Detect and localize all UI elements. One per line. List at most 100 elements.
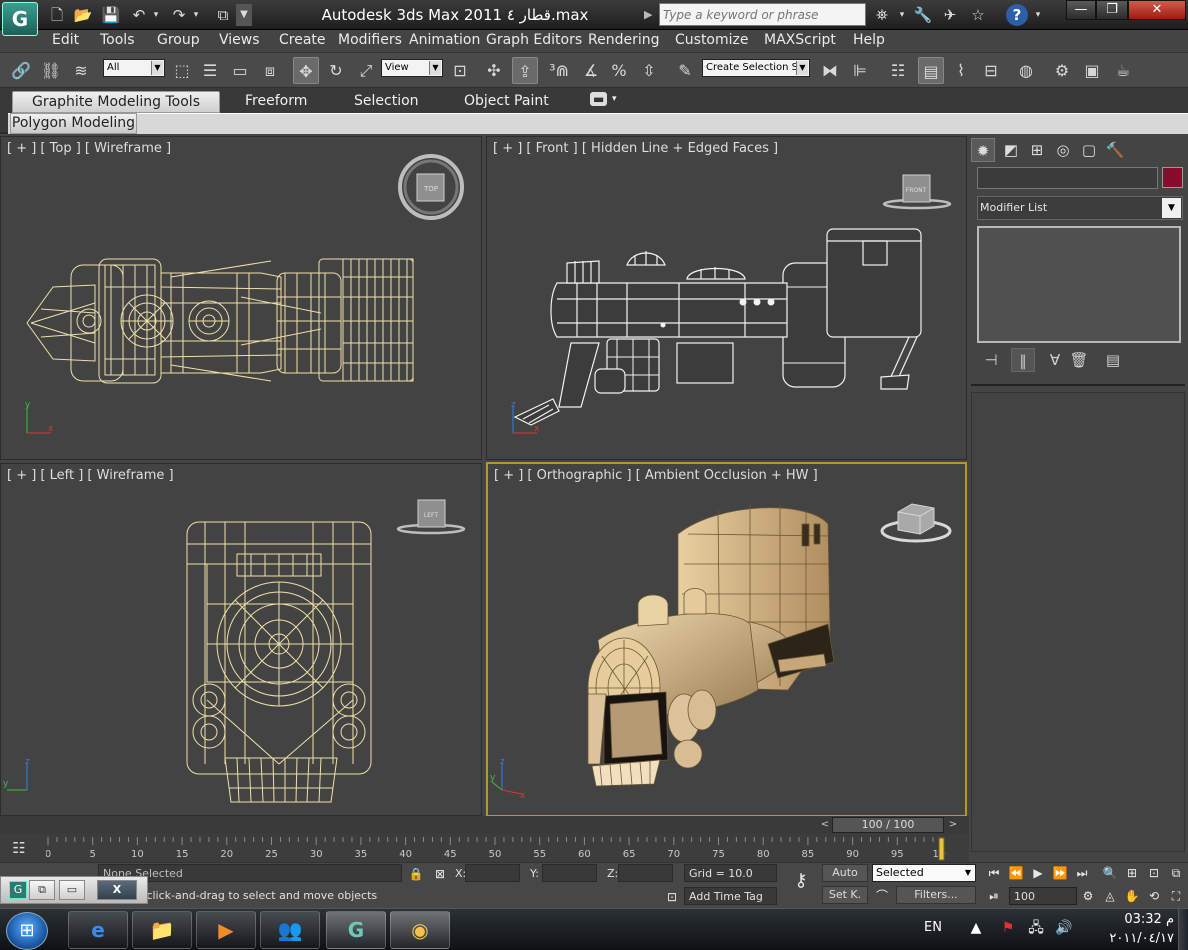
select-by-name-icon[interactable]: ☰: [197, 57, 223, 84]
mirror-icon[interactable]: ⧓: [817, 57, 843, 84]
minimized-window[interactable]: G ⧉ ▭ X: [0, 876, 148, 904]
app-logo-button[interactable]: G: [2, 2, 38, 36]
viewport-front[interactable]: [ + ] [ Front ] [ Hidden Line + Edged Fa…: [486, 136, 967, 460]
mini-restore-button[interactable]: ⧉: [29, 880, 55, 900]
communication-center-icon[interactable]: ✈: [938, 4, 962, 26]
zoom-icon[interactable]: 🔍: [1100, 863, 1120, 883]
make-unique-icon[interactable]: ∀: [1043, 348, 1067, 372]
top-viewcube[interactable]: TOP: [398, 154, 464, 220]
select-object-icon[interactable]: ⬚: [169, 57, 195, 84]
field-of-view-icon[interactable]: ◬: [1100, 886, 1120, 906]
reference-coordinate-dropdown[interactable]: View ▼: [381, 59, 443, 77]
menu-customize[interactable]: Customize: [675, 32, 749, 48]
zoom-all-icon[interactable]: ⊞: [1122, 863, 1142, 883]
viewport-orthographic[interactable]: [ + ] [ Orthographic ] [ Ambient Occlusi…: [486, 462, 967, 817]
redo-icon[interactable]: ↷: [168, 4, 190, 26]
open-file-icon[interactable]: 📂: [72, 4, 94, 26]
modify-tab-icon[interactable]: ◩: [999, 138, 1023, 162]
selection-filter-dropdown[interactable]: All ▼: [103, 59, 165, 77]
keyboard-shortcut-override-icon[interactable]: ⇪: [512, 57, 538, 84]
go-to-start-icon[interactable]: ⏮: [984, 863, 1004, 883]
schematic-view-icon[interactable]: ⊟: [978, 57, 1004, 84]
window-crossing-icon[interactable]: ⧈: [257, 57, 283, 84]
ribbon-tab-object-paint[interactable]: Object Paint: [464, 93, 549, 109]
select-and-link-icon[interactable]: 🔗: [8, 57, 34, 84]
search-dropdown-icon[interactable]: ▾: [896, 4, 908, 26]
render-production-icon[interactable]: ☕: [1110, 57, 1136, 84]
ribbon-tab-graphite-modeling-tools[interactable]: Graphite Modeling Tools: [12, 91, 220, 113]
open-mini-curve-editor-icon[interactable]: ☷: [4, 837, 34, 859]
modifier-stack-list[interactable]: [977, 226, 1181, 343]
menu-modifiers[interactable]: Modifiers: [338, 32, 402, 48]
y-coord-input[interactable]: [542, 864, 597, 882]
spinner-snap-icon[interactable]: ⇳: [636, 57, 662, 84]
action-center-flag-icon[interactable]: ⚑: [998, 918, 1018, 938]
configure-modifier-sets-icon[interactable]: ▤: [1101, 348, 1125, 372]
graphite-toggle-icon[interactable]: ▤: [918, 57, 944, 84]
modifier-list-dropdown[interactable]: Modifier List ▼: [977, 196, 1183, 220]
x-coord-input[interactable]: [465, 864, 520, 882]
time-configuration-icon[interactable]: ⚙: [1078, 886, 1098, 906]
show-desktop-button[interactable]: [1178, 909, 1188, 950]
window-minimize-button[interactable]: —: [1066, 0, 1096, 20]
perspective-viewcube[interactable]: [880, 503, 952, 543]
search-expand-icon[interactable]: ▶: [644, 4, 658, 26]
angle-snap-icon[interactable]: ∡: [578, 57, 604, 84]
ribbon-subtab-polygon-modeling[interactable]: Polygon Modeling: [10, 113, 137, 134]
redo-dropdown-icon[interactable]: ▾: [190, 4, 202, 26]
select-and-scale-icon[interactable]: ⤢: [353, 57, 379, 84]
file-explorer-icon[interactable]: 📁: [132, 911, 192, 949]
add-time-tag-button[interactable]: Add Time Tag: [684, 887, 777, 905]
quick-access-dropdown-icon[interactable]: ▼: [236, 4, 252, 26]
create-tab-icon[interactable]: ✹: [971, 138, 995, 162]
rendered-frame-window-icon[interactable]: ▣: [1079, 57, 1105, 84]
menu-help[interactable]: Help: [853, 32, 885, 48]
network-icon[interactable]: 🖧: [1026, 918, 1046, 938]
z-coord-input[interactable]: [618, 864, 673, 882]
utilities-tab-icon[interactable]: 🔨: [1103, 138, 1127, 162]
key-mode-dropdown[interactable]: Selected ▼: [872, 864, 976, 882]
align-icon[interactable]: ⊫: [847, 57, 873, 84]
ribbon-tab-freeform[interactable]: Freeform: [245, 93, 307, 109]
zoom-extents-all-icon[interactable]: ⧉: [1166, 863, 1186, 883]
material-editor-icon[interactable]: ◍: [1013, 57, 1039, 84]
undo-dropdown-icon[interactable]: ▾: [150, 4, 162, 26]
absolute-mode-icon[interactable]: ⊠: [430, 864, 450, 884]
front-viewcube[interactable]: FRONT: [882, 174, 952, 210]
menu-graph-editors[interactable]: Graph Editors: [486, 32, 582, 48]
language-indicator[interactable]: EN: [924, 920, 942, 935]
left-viewcube[interactable]: LEFT: [396, 499, 466, 535]
object-name-input[interactable]: [977, 167, 1158, 189]
set-key-button[interactable]: Set K.: [822, 886, 868, 904]
favorites-star-icon[interactable]: ☆: [966, 4, 990, 26]
play-icon[interactable]: ▶: [1028, 863, 1048, 883]
time-slider[interactable]: 100 / 100: [832, 817, 944, 833]
volume-icon[interactable]: 🔊: [1054, 918, 1074, 938]
time-tag-icon[interactable]: ⊡: [662, 887, 682, 907]
key-mode-toggle-icon[interactable]: ⏯: [984, 886, 1004, 906]
hierarchy-tab-icon[interactable]: ⊞: [1025, 138, 1049, 162]
taskbar-3dsmax-icon[interactable]: G: [326, 911, 386, 949]
menu-rendering[interactable]: Rendering: [588, 32, 660, 48]
messenger-icon[interactable]: 👥: [260, 911, 320, 949]
viewport-left[interactable]: [ + ] [ Left ] [ Wireframe ] LEFT z y: [0, 463, 482, 816]
mini-close-button[interactable]: X: [97, 880, 137, 900]
clock-date[interactable]: ٢٠١١/٠٤/١٧: [1082, 931, 1174, 946]
undo-icon[interactable]: ↶: [128, 4, 150, 26]
current-frame-input[interactable]: 100: [1009, 887, 1077, 905]
time-slider-next-button[interactable]: >: [946, 817, 960, 833]
menu-maxscript[interactable]: MAXScript: [764, 32, 836, 48]
save-file-icon[interactable]: 💾: [100, 4, 122, 26]
pin-stack-icon[interactable]: ⊣: [979, 348, 1003, 372]
show-end-result-icon[interactable]: ∥: [1011, 348, 1035, 372]
remove-modifier-icon[interactable]: 🗑: [1067, 348, 1091, 372]
previous-frame-icon[interactable]: ⏪: [1006, 863, 1026, 883]
pivot-center-icon[interactable]: ⊡: [447, 57, 473, 84]
menu-edit[interactable]: Edit: [52, 32, 79, 48]
mini-maximize-button[interactable]: ▭: [59, 880, 85, 900]
go-to-end-icon[interactable]: ⏭: [1072, 863, 1092, 883]
binoculars-icon[interactable]: ⛯: [870, 4, 894, 26]
viewport-top[interactable]: [ + ] [ Top ] [ Wireframe ] TOP y x: [0, 136, 482, 460]
taskbar-image-viewer-icon[interactable]: ◉: [390, 911, 450, 949]
time-slider-prev-button[interactable]: <: [818, 817, 832, 833]
